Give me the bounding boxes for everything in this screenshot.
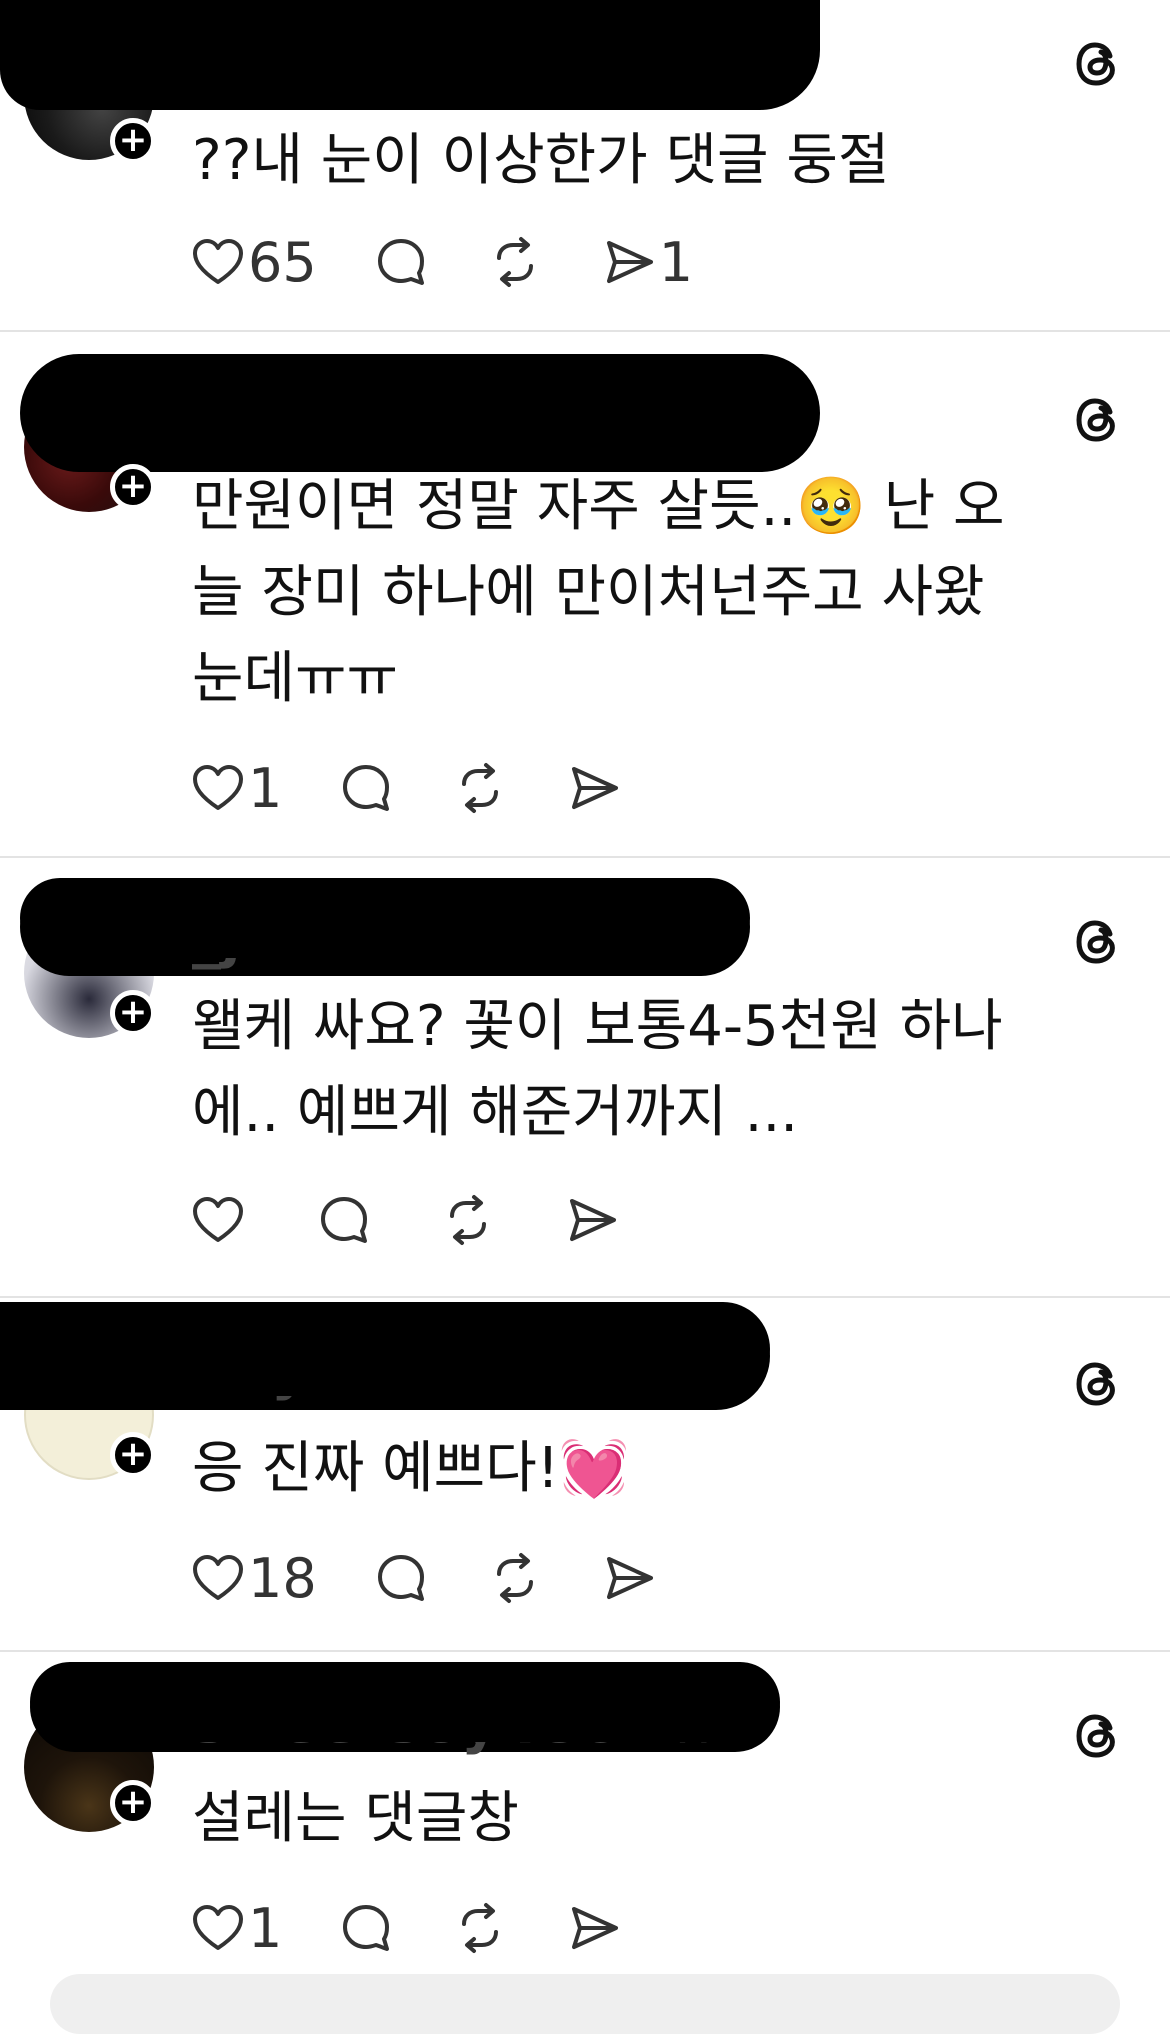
follow-plus-icon[interactable]: + bbox=[110, 1780, 156, 1826]
share-button[interactable] bbox=[566, 1896, 622, 1960]
repost-button[interactable] bbox=[452, 756, 508, 820]
reply-input-bar[interactable] bbox=[50, 1974, 1120, 2034]
like-button[interactable]: 65 bbox=[190, 230, 317, 294]
post-text: 왤케 싸요? 꽃이 보통4-5천원 하나 에.. 예쁘게 해준거까지 ... bbox=[192, 994, 1003, 1145]
redaction bbox=[30, 1662, 780, 1742]
threads-logo-icon[interactable] bbox=[1070, 36, 1126, 92]
share-button[interactable] bbox=[566, 756, 622, 820]
threads-logo-icon[interactable] bbox=[1070, 1708, 1126, 1764]
like-button[interactable]: 1 bbox=[190, 756, 282, 820]
post-text: ??내 눈이 이상한가 댓글 둥절 bbox=[192, 128, 890, 193]
like-button[interactable]: 1 bbox=[190, 1896, 282, 1960]
like-count: 18 bbox=[248, 1546, 317, 1610]
redaction bbox=[0, 0, 820, 110]
comment-icon bbox=[377, 1555, 424, 1601]
threads-logo-icon[interactable] bbox=[1070, 914, 1126, 970]
redaction bbox=[20, 878, 750, 958]
heart-icon bbox=[193, 1905, 243, 1950]
post-text: 설레는 댓글창 bbox=[192, 1786, 519, 1851]
like-button[interactable] bbox=[190, 1188, 248, 1252]
send-icon bbox=[606, 241, 653, 283]
comment-icon bbox=[377, 239, 424, 285]
repost-icon bbox=[496, 1553, 533, 1603]
action-bar bbox=[190, 1188, 620, 1252]
post-1[interactable]: + ??내 눈이 이상한가 댓글 둥절 65 1 bbox=[0, 0, 1170, 330]
reply-button[interactable] bbox=[316, 1188, 372, 1252]
like-count: 1 bbox=[248, 756, 283, 820]
heart-icon bbox=[193, 765, 243, 810]
reply-button[interactable] bbox=[338, 1896, 394, 1960]
heart-icon bbox=[193, 1197, 243, 1242]
reply-button[interactable] bbox=[338, 756, 394, 820]
repost-button[interactable] bbox=[487, 1546, 543, 1610]
send-icon bbox=[572, 1907, 619, 1949]
post-2[interactable]: + 만원이면 정말 자주 살듯..🥹 난 오 늘 장미 하나에 만이처넌주고 사… bbox=[0, 332, 1170, 856]
comment-icon bbox=[321, 1197, 367, 1243]
send-icon bbox=[606, 1557, 653, 1599]
follow-plus-icon[interactable]: + bbox=[110, 990, 156, 1036]
repost-icon bbox=[462, 763, 499, 813]
post-5[interactable]: + sweetsoy4861h 설레는 댓글창 1 bbox=[0, 1652, 1170, 1996]
follow-plus-icon[interactable]: + bbox=[110, 464, 156, 510]
heart-icon bbox=[193, 1555, 243, 1600]
repost-icon bbox=[450, 1195, 486, 1245]
send-icon bbox=[572, 767, 619, 809]
send-icon bbox=[570, 1199, 616, 1241]
repost-button[interactable] bbox=[440, 1188, 496, 1252]
action-bar: 1 bbox=[190, 756, 622, 820]
redaction bbox=[20, 354, 820, 472]
post-text: 만원이면 정말 자주 살듯..🥹 난 오 늘 장미 하나에 만이처넌주고 사왔 … bbox=[192, 474, 1005, 711]
username[interactable] bbox=[192, 20, 210, 88]
repost-icon bbox=[496, 237, 533, 287]
reply-button[interactable] bbox=[373, 230, 429, 294]
repost-button[interactable] bbox=[487, 230, 543, 294]
heart-icon bbox=[193, 239, 243, 284]
reply-button[interactable] bbox=[373, 1546, 429, 1610]
redaction bbox=[0, 1302, 770, 1396]
action-bar: 1 bbox=[190, 1896, 622, 1960]
like-button[interactable]: 18 bbox=[190, 1546, 317, 1610]
repost-button[interactable] bbox=[452, 1896, 508, 1960]
like-count: 65 bbox=[248, 230, 317, 294]
threads-logo-icon[interactable] bbox=[1070, 392, 1126, 448]
follow-plus-icon[interactable]: + bbox=[110, 118, 156, 164]
follow-plus-icon[interactable]: + bbox=[110, 1432, 156, 1478]
repost-icon bbox=[462, 1903, 499, 1953]
comment-icon bbox=[343, 1905, 390, 1951]
threads-logo-icon[interactable] bbox=[1070, 1356, 1126, 1412]
share-count: 1 bbox=[658, 230, 694, 294]
like-count: 1 bbox=[248, 1896, 283, 1960]
action-bar: 65 1 bbox=[190, 230, 693, 294]
post-text: 응 진짜 예쁘다!💓 bbox=[192, 1436, 629, 1501]
share-button[interactable] bbox=[601, 1546, 657, 1610]
username[interactable] bbox=[192, 372, 210, 440]
action-bar: 18 bbox=[190, 1546, 657, 1610]
share-button[interactable]: 1 bbox=[601, 230, 693, 294]
share-button[interactable] bbox=[564, 1188, 620, 1252]
post-3[interactable]: + _jieunhh3h 왤케 싸요? 꽃이 보통4-5천원 하나 에.. 예쁘… bbox=[0, 858, 1170, 1296]
post-4[interactable]: + dayhi2018h 응 진짜 예쁘다!💓 18 bbox=[0, 1298, 1170, 1650]
comment-icon bbox=[343, 765, 390, 811]
